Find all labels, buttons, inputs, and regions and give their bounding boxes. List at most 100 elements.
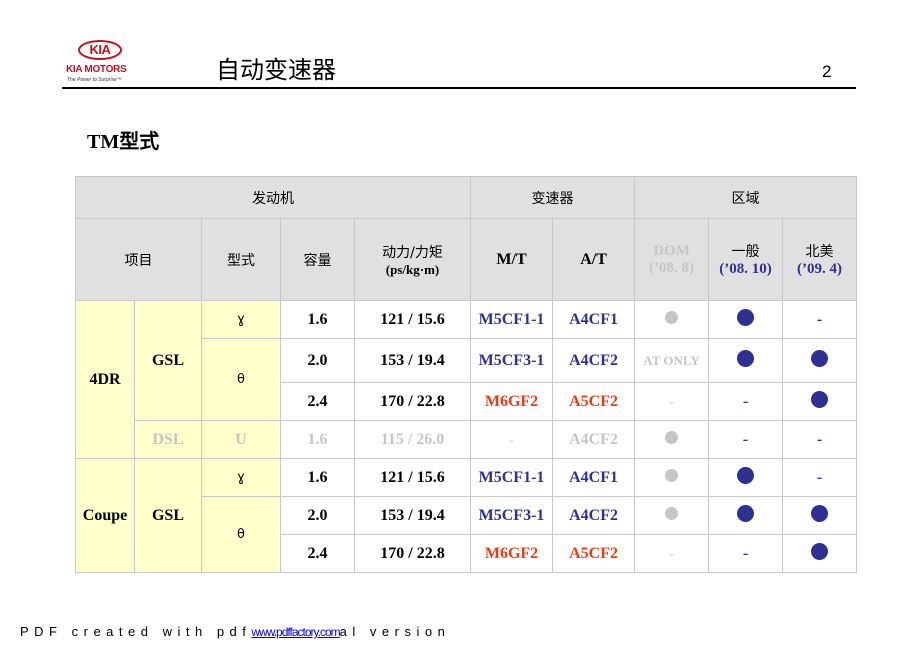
body-type-cell: 4DR — [75, 300, 135, 459]
engine-type-cell: U — [201, 420, 281, 459]
group-header-region: 区域 — [634, 176, 858, 219]
capacity-cell: 1.6 — [280, 300, 355, 339]
general-cell — [708, 496, 784, 535]
table-row: Coupe GSL ɣ 1.6 121 / 15.6 M5CF1-1 A4CF1… — [75, 458, 858, 573]
general-cell: - — [708, 534, 784, 573]
power-torque-cell: 121 / 15.6 — [353, 300, 472, 339]
availability-dot-icon — [811, 349, 829, 367]
col-header-dom: DOM (’08. 8) — [634, 218, 710, 301]
fuel-cell: GSL — [134, 300, 202, 421]
power-torque-cell: 115 / 26.0 — [353, 420, 472, 459]
engine-type-cell: θ — [201, 496, 281, 573]
mt-cell: M5CF3-1 — [470, 338, 554, 383]
na-cell: - — [782, 300, 858, 339]
capacity-cell: 2.4 — [280, 534, 355, 573]
capacity-cell: 2.4 — [280, 382, 355, 421]
dom-cell: AT ONLY — [634, 338, 710, 383]
general-cell: - — [708, 420, 784, 459]
mt-cell: M5CF1-1 — [470, 300, 554, 339]
kia-emblem-icon: KIA — [78, 40, 122, 60]
body-type-cell: Coupe — [75, 458, 135, 573]
power-torque-cell: 170 / 22.8 — [353, 534, 472, 573]
availability-dot-icon — [737, 308, 755, 326]
footer-prefix: PDF created with pdf — [20, 624, 252, 639]
mt-cell: M5CF1-1 — [470, 458, 554, 497]
na-cell — [782, 338, 858, 383]
general-cell — [708, 458, 784, 497]
section-subtitle: TM型式 — [87, 131, 160, 153]
availability-dot-icon — [737, 504, 755, 522]
group-header-transmission: 变速器 — [470, 176, 636, 219]
dom-cell: - — [634, 534, 710, 573]
na-cell — [782, 496, 858, 535]
capacity-cell: 2.0 — [280, 338, 355, 383]
general-cell: - — [708, 382, 784, 421]
at-cell: A4CF1 — [552, 458, 636, 497]
availability-dot-icon — [665, 468, 679, 482]
capacity-cell: 1.6 — [280, 458, 355, 497]
fuel-cell: GSL — [134, 458, 202, 573]
general-cell — [708, 338, 784, 383]
na-cell: - — [782, 458, 858, 497]
pdffactory-link[interactable]: www.pdffactory.com — [251, 625, 340, 639]
col-header-na: 北美 (’09. 4) — [782, 218, 858, 301]
general-cell — [708, 300, 784, 339]
col-header-power-torque: 动力/力矩 (ps/kg·m) — [353, 218, 472, 301]
col-header-dom-date: (’08. 8) — [649, 259, 695, 276]
dom-cell — [634, 300, 710, 339]
na-cell — [782, 382, 858, 421]
availability-dot-icon — [737, 349, 755, 367]
col-header-mt: M/T — [470, 218, 554, 301]
engine-type-cell: ɣ — [201, 458, 281, 497]
availability-dot-icon — [811, 390, 829, 408]
table-row: 4DR GSL ɣ 1.6 121 / 15.6 M5CF1-1 A4CF1 - — [75, 300, 858, 459]
at-cell: A4CF1 — [552, 300, 636, 339]
col-header-general: 一般 (’08. 10) — [708, 218, 784, 301]
availability-dot-icon — [665, 310, 679, 324]
availability-dot-icon — [737, 466, 755, 484]
availability-dot-icon — [665, 430, 679, 444]
availability-dot-icon — [665, 506, 679, 520]
kia-logo: KIA KIA MOTORS The Power to Surprise™ — [62, 40, 142, 88]
kia-tagline: The Power to Surprise™ — [67, 77, 122, 83]
col-header-general-date: (’08. 10) — [719, 261, 772, 277]
col-header-general-label: 一般 — [731, 244, 760, 260]
kia-brand-text: KIA MOTORS — [66, 64, 127, 75]
dom-cell: - — [634, 382, 710, 421]
header-divider — [62, 87, 856, 89]
capacity-cell: 1.6 — [280, 420, 355, 459]
availability-dot-icon — [811, 542, 829, 560]
fuel-cell: DSL — [134, 420, 202, 459]
col-header-capacity: 容量 — [280, 218, 355, 301]
table-row: DSL U 1.6 115 / 26.0 - A4CF2 - - — [76, 420, 858, 459]
mt-cell: M6GF2 — [470, 382, 554, 421]
power-torque-cell: 153 / 19.4 — [353, 496, 472, 535]
col-header-dom-label: DOM — [653, 242, 690, 259]
tm-type-table: 发动机 变速器 区域 项目 型式 容量 动力/力矩 (ps/kg·m) M/T … — [74, 176, 858, 573]
at-cell: A4CF2 — [552, 338, 636, 383]
dom-cell — [634, 458, 710, 497]
page-title: 自动变速器 — [216, 56, 336, 84]
mt-cell: - — [470, 420, 554, 459]
page-number: 2 — [822, 62, 832, 81]
engine-type-cell: θ — [201, 338, 281, 421]
mt-cell: M6GF2 — [470, 534, 554, 573]
col-header-na-label: 北美 — [805, 244, 834, 260]
col-header-item: 项目 — [75, 218, 202, 301]
dom-cell — [634, 420, 710, 459]
col-header-power-torque-label: 动力/力矩 — [382, 244, 443, 261]
at-cell: A4CF2 — [552, 496, 636, 535]
power-torque-cell: 153 / 19.4 — [353, 338, 472, 383]
col-header-na-date: (’09. 4) — [797, 261, 843, 277]
pdf-footer: PDF created with pdfwww.pdffactory.comal… — [20, 624, 450, 639]
at-cell: A4CF2 — [552, 420, 636, 459]
na-cell — [782, 534, 858, 573]
at-cell: A5CF2 — [552, 534, 636, 573]
col-header-at: A/T — [552, 218, 636, 301]
power-torque-cell: 121 / 15.6 — [353, 458, 472, 497]
group-header-engine: 发动机 — [74, 176, 472, 219]
capacity-cell: 2.0 — [280, 496, 355, 535]
col-header-type: 型式 — [201, 218, 281, 301]
engine-type-cell: ɣ — [201, 300, 281, 339]
mt-cell: M5CF3-1 — [470, 496, 554, 535]
